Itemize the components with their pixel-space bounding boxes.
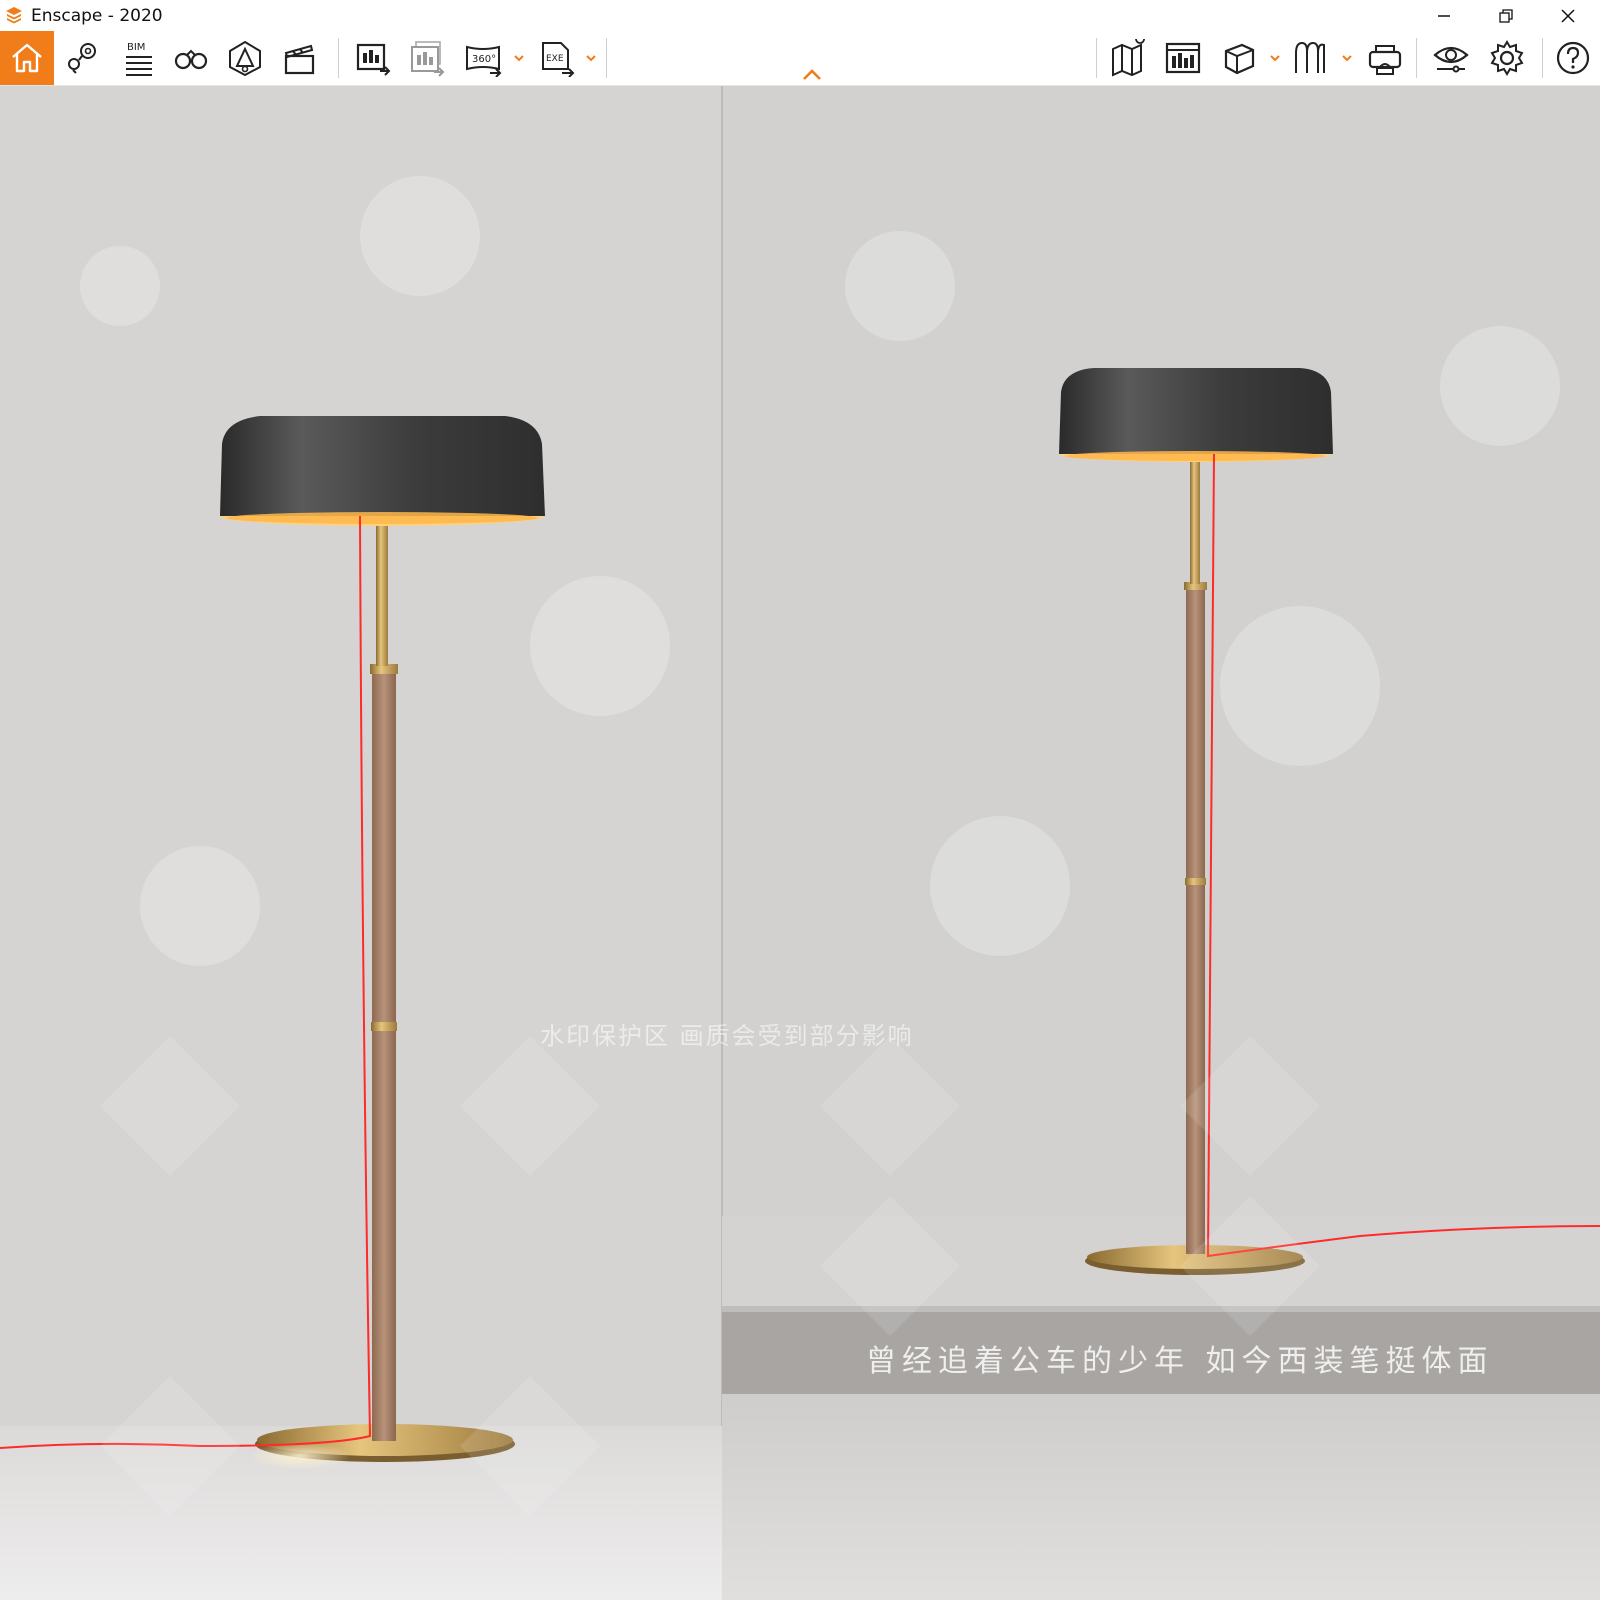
panorama-icon: 360° [466, 45, 502, 77]
bim-button[interactable]: BIM [110, 31, 164, 85]
minimize-icon [1438, 14, 1450, 17]
batch-render-icon [411, 41, 445, 77]
settings-button[interactable] [1480, 31, 1534, 85]
view-mode-button[interactable] [1424, 31, 1478, 85]
toolbar-separator [1542, 38, 1543, 78]
batch-render-button[interactable] [400, 31, 454, 85]
gear-icon [1490, 40, 1524, 76]
web-standalone-button[interactable] [1156, 31, 1210, 85]
video-editor-button[interactable] [272, 31, 326, 85]
window-title: Enscape - 2020 [31, 6, 163, 26]
map-icon [1112, 39, 1145, 77]
map-pin-icon [68, 43, 96, 74]
toolbar-separator [606, 38, 607, 78]
render-viewport[interactable]: 水印保护区 画质会受到部分影响 曾经追着公车的少年 如今西装笔挺体面 [0, 86, 1600, 1600]
settings-wave-icon [1295, 41, 1325, 73]
asset-dropdown-chevron-icon[interactable] [1268, 51, 1282, 65]
atmosphere-button[interactable] [218, 31, 272, 85]
toolbar: BIM 360° EXE [0, 31, 1600, 86]
atmosphere-icon [229, 40, 261, 77]
toolbar-separator [338, 38, 339, 78]
asset-library-button[interactable] [1212, 31, 1266, 85]
cube-icon [1224, 43, 1255, 75]
restore-icon [1499, 8, 1513, 23]
web-export-icon [1165, 42, 1201, 74]
collapse-toolbar-chevron-icon[interactable] [800, 67, 824, 83]
screenshot-export-icon [356, 43, 391, 76]
panorama-button[interactable]: 360° [456, 31, 510, 85]
views-button[interactable] [56, 31, 110, 85]
restore-button[interactable] [1478, 0, 1534, 31]
bim-label: BIM [127, 42, 145, 53]
close-button[interactable] [1540, 0, 1596, 31]
visual-settings-dropdown-chevron-icon[interactable] [1340, 51, 1354, 65]
clapperboard-icon [284, 44, 315, 75]
binoculars-button[interactable] [164, 31, 218, 85]
right-floor [722, 1394, 1600, 1600]
map-button[interactable] [1102, 31, 1156, 85]
vr-headset-icon [1368, 45, 1402, 75]
eye-icon [1433, 46, 1469, 73]
minimize-button[interactable] [1416, 0, 1472, 31]
home-icon [12, 43, 42, 73]
toolbar-separator [1096, 38, 1097, 78]
title-bar: Enscape - 2020 [0, 0, 1600, 31]
panorama-dropdown-chevron-icon[interactable] [512, 51, 526, 65]
home-button[interactable] [0, 31, 54, 85]
exe-label: EXE [546, 54, 564, 64]
exe-dropdown-chevron-icon[interactable] [584, 51, 598, 65]
help-button[interactable] [1546, 31, 1600, 85]
enscape-logo-icon [6, 7, 22, 24]
binoculars-icon [174, 49, 208, 70]
screenshot-button[interactable] [346, 31, 400, 85]
exe-export-icon: EXE [542, 42, 575, 77]
watermark-notice: 水印保护区 画质会受到部分影响 [540, 1022, 914, 1050]
panorama-label: 360° [472, 54, 496, 65]
help-icon [1556, 41, 1590, 75]
toolbar-separator [1416, 38, 1417, 78]
bim-icon: BIM [126, 42, 152, 76]
image-caption: 曾经追着公车的少年 如今西装笔挺体面 [866, 1344, 1494, 1379]
visual-settings-button[interactable] [1284, 31, 1338, 85]
close-icon [1561, 8, 1575, 23]
vr-headset-button[interactable] [1358, 31, 1412, 85]
exe-export-button[interactable]: EXE [530, 31, 584, 85]
